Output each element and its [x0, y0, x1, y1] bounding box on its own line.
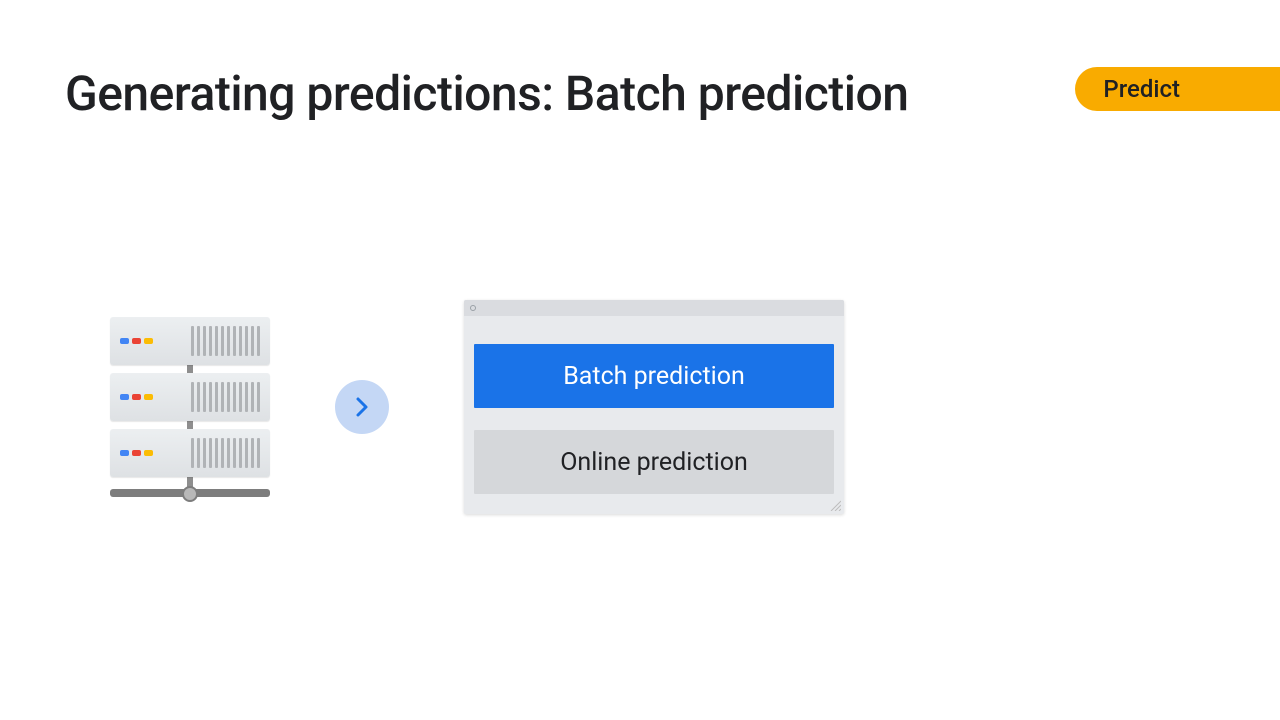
server-unit: [110, 317, 270, 365]
stage-badge: Predict: [1075, 67, 1280, 111]
selection-window: Batch prediction Online prediction: [464, 300, 844, 514]
slide-title: Generating predictions: Batch prediction: [65, 65, 908, 122]
online-prediction-option[interactable]: Online prediction: [474, 430, 834, 494]
server-rack-icon: [110, 317, 275, 497]
window-titlebar: [464, 300, 844, 316]
resize-handle-icon: [829, 499, 841, 511]
server-unit: [110, 429, 270, 477]
window-control-icon: [470, 305, 476, 311]
batch-prediction-option[interactable]: Batch prediction: [474, 344, 834, 408]
diagram: Batch prediction Online prediction: [110, 300, 844, 514]
server-unit: [110, 373, 270, 421]
chevron-right-icon: [335, 380, 389, 434]
